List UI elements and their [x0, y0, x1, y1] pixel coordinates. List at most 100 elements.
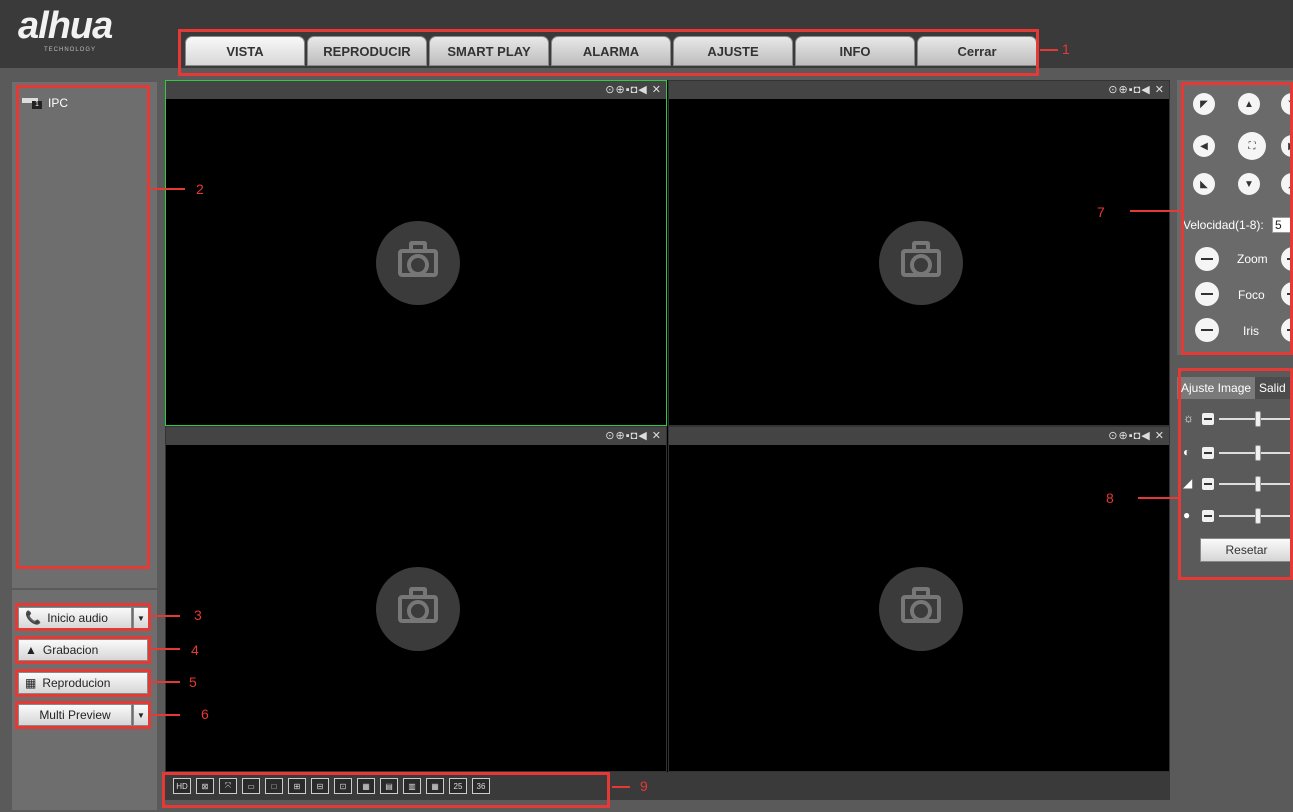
tab-alarma[interactable]: ALARMA	[551, 36, 671, 66]
annotation-number: 2	[196, 181, 204, 197]
pane-toolbar[interactable]: ⊙⊕▪◘◀ ✕	[166, 427, 666, 445]
layout-toolbar: HD ⊠ ⤧ ▭ □ ⊞ ⊟ ⊡ ▦ ▤ ▥ ▦ 25 36	[165, 772, 1170, 800]
tab-cerrar[interactable]: Cerrar	[917, 36, 1037, 66]
brightness-minus-button[interactable]	[1202, 413, 1214, 425]
speed-label: Velocidad(1-8):	[1183, 218, 1264, 232]
brightness-icon: ☼	[1183, 411, 1194, 425]
hue-slider-row: ●	[1183, 508, 1293, 524]
brightness-slider-row: ☼	[1183, 411, 1293, 427]
iris-minus-button[interactable]	[1195, 318, 1219, 342]
dahua-logo: alhua	[18, 5, 113, 47]
saturation-icon: ◢	[1183, 476, 1193, 490]
contrast-minus-button[interactable]	[1202, 447, 1214, 459]
layout-13-button[interactable]: ▤	[380, 778, 398, 794]
annotation-line	[152, 615, 180, 617]
phone-icon: 📞	[25, 610, 42, 625]
image-adjust-panel	[1177, 365, 1293, 812]
tab-output[interactable]: Salid	[1255, 377, 1293, 399]
annotation-number: 5	[189, 674, 197, 690]
zoom-label: Zoom	[1237, 252, 1268, 266]
contrast-thumb[interactable]	[1255, 445, 1261, 461]
layout-8-button[interactable]: ⊡	[334, 778, 352, 794]
record-button[interactable]: ▲ Grabacion	[18, 639, 148, 661]
saturation-thumb[interactable]	[1255, 476, 1261, 492]
brightness-thumb[interactable]	[1255, 411, 1261, 427]
ptz-up-left-button[interactable]: ◤	[1193, 93, 1215, 115]
tab-ajuste[interactable]: AJUSTE	[673, 36, 793, 66]
layout-16-button[interactable]: ▥	[403, 778, 421, 794]
reset-button[interactable]: Resetar	[1200, 538, 1293, 562]
tab-image-adjust[interactable]: Ajuste Image	[1177, 377, 1255, 399]
device-item-ipc[interactable]: 1 IPC	[22, 96, 68, 110]
pane-toolbar[interactable]: ⊙⊕▪◘◀ ✕	[669, 427, 1169, 445]
video-pane[interactable]: ⊙⊕▪◘◀ ✕	[668, 80, 1170, 426]
playback-button[interactable]: ▦ Reproducion	[18, 672, 148, 694]
hue-thumb[interactable]	[1255, 508, 1261, 524]
warning-icon: ▲	[25, 643, 37, 657]
annotation-number: 7	[1097, 204, 1105, 220]
layout-button[interactable]: ▭	[242, 778, 260, 794]
iris-label: Iris	[1243, 324, 1259, 338]
logo-subtitle: TECHNOLOGY	[44, 47, 97, 53]
fullscreen-button[interactable]: ⤧	[219, 778, 237, 794]
layout-4-button[interactable]: ⊞	[288, 778, 306, 794]
no-video-camera-icon	[879, 221, 963, 305]
pane-toolbar[interactable]: ⊙⊕▪◘◀ ✕	[669, 81, 1169, 99]
ptz-left-button[interactable]: ◀	[1193, 135, 1215, 157]
image-adjust-tabs: Ajuste Image Salid	[1177, 377, 1293, 399]
annotation-line	[152, 714, 180, 716]
layout-button-hd[interactable]: HD	[173, 778, 191, 794]
layout-9-button[interactable]: ▦	[357, 778, 375, 794]
audio-dropdown-button[interactable]: ▼	[133, 607, 149, 629]
annotation-line	[151, 188, 185, 190]
ptz-down-left-button[interactable]: ◣	[1193, 173, 1215, 195]
focus-minus-button[interactable]	[1195, 282, 1219, 306]
hue-icon: ●	[1183, 508, 1191, 522]
zoom-minus-button[interactable]	[1195, 247, 1219, 271]
layout-25-button[interactable]: 25	[449, 778, 467, 794]
no-video-camera-icon	[376, 567, 460, 651]
tab-smart-play[interactable]: SMART PLAY	[429, 36, 549, 66]
ptz-3d-zoom-button[interactable]: ⛶	[1238, 132, 1266, 160]
annotation-number: 1	[1062, 41, 1070, 57]
device-item-label: IPC	[48, 96, 69, 110]
layout-1-button[interactable]: □	[265, 778, 283, 794]
layout-button[interactable]: ⊠	[196, 778, 214, 794]
video-pane[interactable]: ⊙⊕▪◘◀ ✕	[165, 426, 667, 772]
annotation-number: 6	[201, 706, 209, 722]
ptz-down-button[interactable]: ▼	[1238, 173, 1260, 195]
saturation-minus-button[interactable]	[1202, 478, 1214, 490]
video-pane[interactable]: ⊙⊕▪◘◀ ✕	[668, 426, 1170, 772]
multi-preview-button[interactable]: Multi Preview	[18, 704, 132, 726]
multi-preview-dropdown-button[interactable]: ▼	[133, 704, 149, 726]
annotation-number: 8	[1106, 490, 1114, 506]
audio-start-button[interactable]: 📞 Inicio audio	[18, 607, 132, 629]
annotation-line	[152, 681, 180, 683]
layout-36-button[interactable]: 36	[472, 778, 490, 794]
annotation-line	[1040, 49, 1058, 51]
video-pane[interactable]: ⊙⊕▪◘◀ ✕	[165, 80, 667, 426]
camera-device-icon: 1	[22, 96, 44, 110]
annotation-line	[612, 786, 630, 788]
no-video-camera-icon	[879, 567, 963, 651]
main-nav: VISTA REPRODUCIR SMART PLAY ALARMA AJUST…	[185, 36, 1037, 66]
layout-20-button[interactable]: ▦	[426, 778, 444, 794]
tab-vista[interactable]: VISTA	[185, 36, 305, 66]
device-tree-panel	[12, 82, 157, 588]
focus-label: Foco	[1238, 288, 1265, 302]
ptz-up-button[interactable]: ▲	[1238, 93, 1260, 115]
header-bar: alhua TECHNOLOGY VISTA REPRODUCIR SMART …	[0, 0, 1293, 68]
no-video-camera-icon	[376, 221, 460, 305]
annotation-number: 4	[191, 642, 199, 658]
video-grid: ⊙⊕▪◘◀ ✕ ⊙⊕▪◘◀ ✕ ⊙⊕▪◘◀ ✕ ⊙⊕▪◘◀ ✕	[165, 80, 1170, 772]
contrast-icon: ◐	[1183, 445, 1191, 459]
tab-reproducir[interactable]: REPRODUCIR	[307, 36, 427, 66]
tab-info[interactable]: INFO	[795, 36, 915, 66]
film-icon: ▦	[25, 676, 37, 690]
pane-toolbar[interactable]: ⊙⊕▪◘◀ ✕	[166, 81, 666, 99]
annotation-line	[1130, 210, 1182, 212]
layout-6-button[interactable]: ⊟	[311, 778, 329, 794]
speed-input[interactable]: 5	[1272, 217, 1293, 233]
hue-minus-button[interactable]	[1202, 510, 1214, 522]
saturation-slider-row: ◢	[1183, 476, 1293, 492]
